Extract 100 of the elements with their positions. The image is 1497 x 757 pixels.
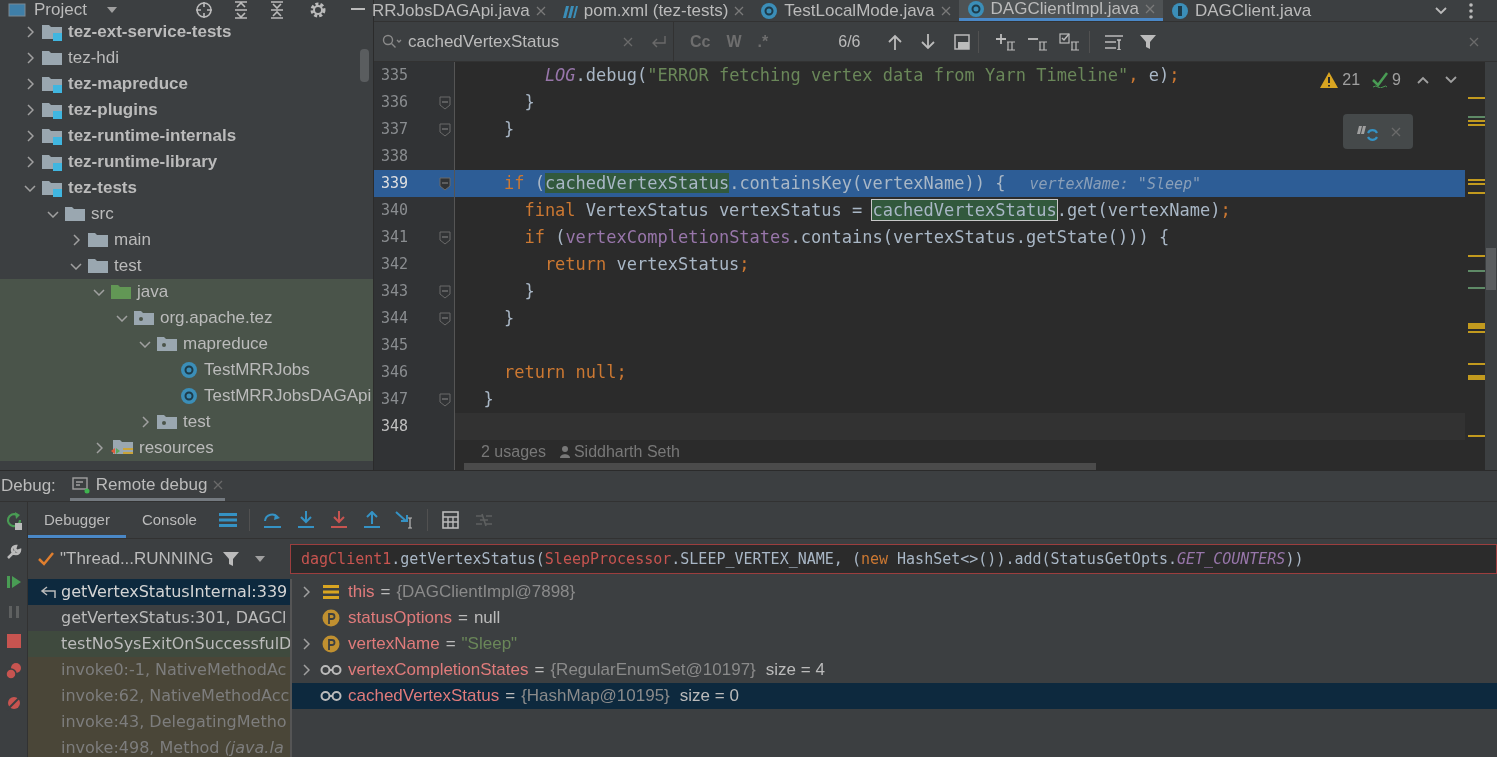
- layout-icon[interactable]: [218, 513, 237, 527]
- chevron-right-icon[interactable]: [302, 586, 310, 598]
- warning-marker[interactable]: [1468, 179, 1485, 181]
- close-icon[interactable]: [623, 36, 633, 47]
- step-out-icon[interactable]: [361, 511, 382, 529]
- search-field[interactable]: cachedVertexStatus: [408, 28, 617, 55]
- warning-marker[interactable]: [1468, 192, 1485, 194]
- settings-icon[interactable]: [309, 0, 327, 19]
- tree-item[interactable]: tez-runtime-internals: [0, 123, 373, 149]
- editor-tab[interactable]: RRJobsDAGApi.java: [372, 0, 554, 21]
- change-marker[interactable]: [1468, 270, 1485, 272]
- warning-marker[interactable]: [1468, 124, 1485, 126]
- editor-tab[interactable]: DAGClientImpl.java: [958, 0, 1163, 21]
- more-icon[interactable]: [1469, 2, 1473, 19]
- tree-item[interactable]: TestMRRJobsDAGApi: [0, 383, 373, 409]
- tree-item[interactable]: tez-runtime-library: [0, 149, 373, 175]
- warning-marker[interactable]: [1468, 375, 1485, 380]
- chevron-down-icon[interactable]: [139, 340, 151, 348]
- editor-tab[interactable]: DAGClient.java: [1162, 0, 1320, 21]
- pause-icon[interactable]: [7, 604, 20, 620]
- stack-frame[interactable]: getVertexStatus:301, DAGCl: [28, 605, 290, 631]
- fold-marker-icon[interactable]: [439, 392, 451, 407]
- chevron-right-icon[interactable]: [26, 130, 34, 142]
- tree-item[interactable]: mapreduce: [0, 331, 373, 357]
- chevron-right-icon[interactable]: [26, 26, 34, 38]
- arrow-up-icon[interactable]: [888, 33, 903, 50]
- breakpoints-icon[interactable]: [4, 662, 23, 680]
- scrollbar-track[interactable]: [1485, 62, 1497, 470]
- editor-tab[interactable]: pom.xml (tez-tests): [553, 0, 753, 21]
- tree-item[interactable]: tez-mapreduce: [0, 71, 373, 97]
- scrollbar-thumb[interactable]: [360, 49, 369, 82]
- variable-row[interactable]: cachedVertexStatus = {HashMap@10195} size = 0: [292, 683, 1497, 709]
- chevron-right-icon[interactable]: [302, 638, 310, 650]
- fold-marker-icon[interactable]: [439, 95, 451, 110]
- variable-row[interactable]: vertexName = "Sleep": [292, 631, 1497, 657]
- tree-item[interactable]: tez-hdi: [0, 45, 373, 71]
- trace-icon[interactable]: [473, 511, 494, 529]
- chevron-right-icon[interactable]: [95, 442, 103, 454]
- chevron-right-icon[interactable]: [26, 78, 34, 90]
- fold-marker-icon[interactable]: [439, 230, 451, 245]
- tree-item[interactable]: resources: [0, 435, 373, 461]
- expression-field[interactable]: dagClient1.getVertexStatus(SleepProcessor.SLEEP_VERTEX_NAME, (new HashSet<>()).add(StatusGetOpts.GET_COUNTERS)): [290, 544, 1497, 574]
- fold-marker-icon[interactable]: [439, 311, 451, 326]
- tree-item[interactable]: org.apache.tez: [0, 305, 373, 331]
- warning-marker[interactable]: [1468, 255, 1485, 257]
- chevron-right-icon[interactable]: [141, 416, 149, 428]
- arrow-down-icon[interactable]: [921, 33, 936, 50]
- scrollbar-thumb[interactable]: [1486, 248, 1496, 290]
- tree-item[interactable]: main: [0, 227, 373, 253]
- select-all-icon[interactable]: [954, 33, 971, 50]
- filter-icon[interactable]: [223, 551, 240, 567]
- variable-row[interactable]: vertexCompletionStates = {RegularEnumSet@10197} size = 4: [292, 657, 1497, 683]
- close-icon[interactable]: [1469, 36, 1479, 47]
- close-icon[interactable]: [1144, 4, 1155, 14]
- chevron-down-icon[interactable]: [93, 288, 105, 296]
- chevron-right-icon[interactable]: [26, 156, 34, 168]
- crosshair-icon[interactable]: [195, 0, 213, 19]
- fold-marker-icon[interactable]: [439, 122, 451, 137]
- step-over-icon[interactable]: [262, 511, 283, 529]
- stop-icon[interactable]: [6, 634, 21, 648]
- variable-row[interactable]: statusOptions = null: [292, 605, 1497, 631]
- warning-marker[interactable]: [1468, 363, 1485, 365]
- warning-marker[interactable]: [1468, 183, 1485, 185]
- warning-marker[interactable]: [1468, 435, 1485, 437]
- warning-marker[interactable]: [1468, 97, 1485, 99]
- session-tab[interactable]: Remote debug: [69, 471, 226, 501]
- tree-item[interactable]: TestMRRJobs: [0, 357, 373, 383]
- warning-marker[interactable]: [1468, 331, 1485, 333]
- dropdown-caret-icon[interactable]: [106, 6, 117, 13]
- dropdown-caret-icon[interactable]: [255, 556, 266, 562]
- chevron-down-icon[interactable]: [116, 314, 128, 322]
- filter-icon[interactable]: [1140, 33, 1157, 50]
- warning-marker[interactable]: [1468, 120, 1485, 122]
- author-hint[interactable]: Siddharth Seth: [573, 439, 680, 464]
- close-icon[interactable]: [535, 5, 546, 16]
- wrench-icon[interactable]: [5, 544, 22, 560]
- tree-item[interactable]: src: [0, 201, 373, 227]
- tree-item[interactable]: tez-tests: [0, 175, 373, 201]
- filter-lines-icon[interactable]: [1104, 33, 1125, 50]
- collapse-all-icon[interactable]: [269, 0, 285, 19]
- fold-marker-icon[interactable]: [439, 176, 451, 191]
- select-occurrences-icon[interactable]: [1059, 32, 1082, 51]
- warning-count[interactable]: 21: [1342, 68, 1361, 92]
- thread-selector[interactable]: "Thread...RUNNING: [28, 539, 290, 579]
- tree-item[interactable]: test: [0, 409, 373, 435]
- tabs-dropdown-icon[interactable]: [1435, 6, 1447, 15]
- force-step-into-icon[interactable]: [328, 511, 349, 529]
- tree-item[interactable]: test: [0, 253, 373, 279]
- stack-frame[interactable]: testNoSysExitOnSuccessfulD: [28, 631, 290, 657]
- rerun-icon[interactable]: [4, 512, 23, 530]
- debugger-tab[interactable]: Debugger: [28, 502, 126, 538]
- chevron-down-icon[interactable]: [24, 184, 36, 192]
- tree-item[interactable]: tez-plugins: [0, 97, 373, 123]
- debugger-tab[interactable]: Console: [125, 502, 213, 538]
- fold-marker-icon[interactable]: [439, 284, 451, 299]
- chevron-right-icon[interactable]: [26, 104, 34, 116]
- chevron-right-icon[interactable]: [72, 234, 80, 246]
- close-icon[interactable]: [940, 5, 951, 16]
- tree-item[interactable]: java: [0, 279, 373, 305]
- close-icon[interactable]: [734, 5, 745, 16]
